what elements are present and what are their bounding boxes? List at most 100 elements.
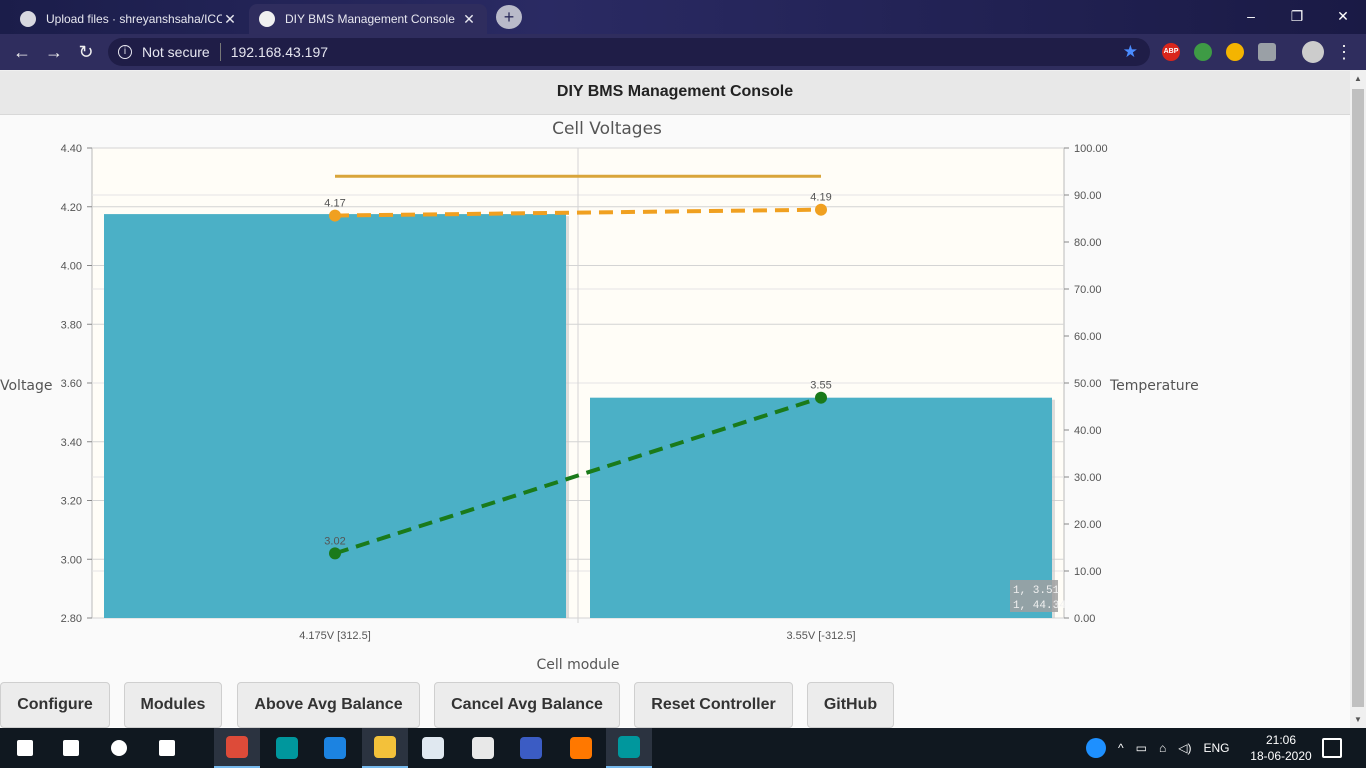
cell-voltage-chart: 4.40 4.20 4.00 3.80 3.60 3.40 3.20 3.00 2.80 100.…: [0, 115, 1350, 675]
series-point: [815, 391, 827, 404]
reload-icon[interactable]: ↻: [74, 40, 98, 64]
configure-button[interactable]: Configure: [0, 682, 110, 728]
powerdirector-icon-glyph: [472, 737, 494, 759]
help-icon[interactable]: [1086, 738, 1106, 758]
close-tab-icon[interactable]: ✕: [461, 11, 477, 28]
y2-tick-label: 70.00: [1074, 284, 1102, 296]
close-window-button[interactable]: ✕: [1320, 0, 1366, 32]
task-view-icon[interactable]: [144, 728, 190, 768]
y-tick-label: 2.80: [61, 613, 82, 625]
globe-icon: [259, 11, 275, 27]
series-point: [329, 547, 341, 560]
security-label: Not secure: [142, 44, 210, 60]
page-content: DIY BMS Management Console 4.40 4.20 4.00 3…: [0, 71, 1350, 728]
y-tick-label: 3.60: [61, 378, 82, 390]
notifications-icon[interactable]: [1322, 738, 1342, 758]
scroll-down-icon[interactable]: ▼: [1350, 712, 1366, 728]
avast-icon-glyph: [570, 737, 592, 759]
data-label: 4.17: [324, 198, 345, 210]
y2-tick-label: 20.00: [1074, 519, 1102, 531]
modules-button[interactable]: Modules: [124, 682, 222, 728]
start-windows-icon[interactable]: [2, 728, 48, 768]
arduino-icon[interactable]: [606, 728, 652, 768]
y-tick-label: 4.40: [61, 143, 82, 155]
cortana-icon[interactable]: [96, 728, 142, 768]
back-arrow-icon[interactable]: ←: [10, 40, 34, 64]
y2-tick-label: 50.00: [1074, 378, 1102, 390]
chevron-up-icon[interactable]: ^: [1118, 741, 1124, 755]
volume-icon[interactable]: ◁): [1178, 741, 1191, 755]
clock[interactable]: 21:06 18-06-2020: [1246, 732, 1316, 764]
x-tick-label: 3.55V [-312.5]: [786, 630, 855, 642]
file-explorer-icon-glyph: [374, 736, 396, 758]
bookmark-star-icon[interactable]: ★: [1123, 42, 1138, 62]
maximize-button[interactable]: ❐: [1274, 0, 1320, 32]
arduino-ide-icon-glyph: [276, 737, 298, 759]
dropbox-icon-glyph: [422, 737, 444, 759]
tab-upload-files[interactable]: Upload files · shreyanshsaha/ICC ✕: [10, 4, 248, 34]
arduino-icon-glyph: [618, 736, 640, 758]
chrome-icon-glyph: [226, 736, 248, 758]
info-icon[interactable]: i: [118, 45, 132, 59]
chrome-icon[interactable]: [214, 728, 260, 768]
y-tick-label: 3.40: [61, 437, 82, 449]
new-tab-button[interactable]: +: [496, 5, 522, 29]
y-tick-label: 4.20: [61, 202, 82, 214]
file-explorer-icon[interactable]: [362, 728, 408, 768]
series-point: [815, 203, 827, 216]
tab-title: Upload files · shreyanshsaha/ICC: [46, 12, 222, 26]
y2-tick-label: 90.00: [1074, 190, 1102, 202]
y2-tick-label: 40.00: [1074, 425, 1102, 437]
cancel-avg-balance-button[interactable]: Cancel Avg Balance: [434, 682, 620, 728]
extension-globe-icon[interactable]: [1194, 43, 1212, 61]
scroll-thumb[interactable]: [1352, 89, 1364, 707]
powerdirector-icon[interactable]: [460, 728, 506, 768]
browser-tabbar: Upload files · shreyanshsaha/ICC ✕ DIY B…: [0, 0, 1366, 34]
windows-taskbar: ^ ▭ ⌂ ◁) ENG 21:06 18-06-2020: [0, 728, 1366, 768]
chart-svg: 4.40 4.20 4.00 3.80 3.60 3.40 3.20 3.00 2.80 100.…: [0, 119, 1199, 673]
adblock-plus-icon[interactable]: ABP: [1162, 43, 1180, 61]
y2-tick-label: 80.00: [1074, 237, 1102, 249]
tooltip-text: 1, 3.51: [1013, 585, 1060, 597]
page-title: DIY BMS Management Console: [0, 71, 1350, 115]
menu-kebab-icon[interactable]: ⋮: [1332, 40, 1356, 64]
tab-bms-console[interactable]: DIY BMS Management Console ✕: [249, 4, 487, 34]
tab-title: DIY BMS Management Console: [285, 12, 455, 26]
search-icon-glyph: [63, 740, 79, 756]
x-tick-label: 4.175V [312.5]: [299, 630, 371, 642]
y-tick-label: 3.00: [61, 554, 82, 566]
scroll-up-icon[interactable]: ▲: [1350, 71, 1366, 87]
close-tab-icon[interactable]: ✕: [222, 11, 238, 28]
y2-tick-label: 30.00: [1074, 472, 1102, 484]
divider: [219, 43, 221, 61]
above-avg-balance-button[interactable]: Above Avg Balance: [237, 682, 420, 728]
reset-controller-button[interactable]: Reset Controller: [634, 682, 793, 728]
chrome-extension-icon[interactable]: [1226, 43, 1244, 61]
battery-icon[interactable]: ▭: [1136, 741, 1147, 755]
forward-arrow-icon[interactable]: →: [42, 40, 66, 64]
github-button[interactable]: GitHub: [807, 682, 894, 728]
url-text: 192.168.43.197: [230, 44, 329, 60]
search-icon[interactable]: [48, 728, 94, 768]
tooltip-text: 1, 44.34: [1013, 600, 1066, 612]
github-icon: [20, 11, 36, 27]
y2-tick-label: 60.00: [1074, 331, 1102, 343]
edge-icon[interactable]: [312, 728, 358, 768]
page-scrollbar[interactable]: ▲ ▼: [1350, 71, 1366, 728]
minimize-button[interactable]: –: [1228, 0, 1274, 32]
data-label: 3.55: [810, 380, 831, 392]
task-view-icon-glyph: [159, 740, 175, 756]
avast-icon[interactable]: [558, 728, 604, 768]
language-indicator[interactable]: ENG: [1203, 741, 1229, 755]
y2-tick-label: 10.00: [1074, 566, 1102, 578]
vidmate-icon[interactable]: [508, 728, 554, 768]
arduino-ide-icon[interactable]: [264, 728, 310, 768]
clock-date: 18-06-2020: [1250, 749, 1312, 763]
address-bar[interactable]: i Not secure 192.168.43.197 ★: [108, 38, 1150, 66]
browser-toolbar: ← → ↻ i Not secure 192.168.43.197 ★ ABP …: [0, 34, 1366, 70]
y-tick-label: 3.20: [61, 496, 82, 508]
dropbox-icon[interactable]: [410, 728, 456, 768]
profile-avatar-icon[interactable]: [1302, 41, 1324, 63]
extension-puzzle-icon[interactable]: [1258, 43, 1276, 61]
network-icon[interactable]: ⌂: [1159, 741, 1166, 755]
